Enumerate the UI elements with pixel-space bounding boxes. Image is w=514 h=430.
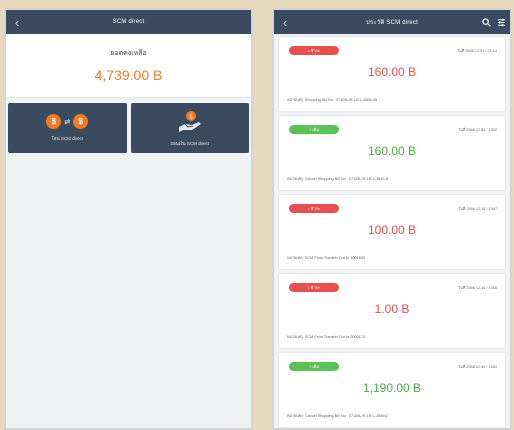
balance-label: ยอดคงเหลือ (110, 50, 147, 57)
transaction-amount: 1.00 B (374, 302, 410, 316)
transaction-card[interactable]: • ชำระ วันที่ 2566 12:51 / 21:14 160.00 … (278, 36, 506, 112)
transaction-type-badge: + เติม (289, 125, 339, 134)
page-title: SCM direct (112, 19, 145, 25)
top-navbar: ‹ SCM direct (6, 10, 251, 34)
transaction-type-badge: • ชำระ (289, 283, 339, 292)
balance-card: ยอดคงเหลือ 4,739.00 B (6, 34, 251, 98)
transaction-amount: 160.00 B (367, 144, 417, 158)
transaction-type-badge: + เติม (289, 362, 339, 371)
transaction-amount: 100.00 B (367, 223, 417, 237)
top-navbar: ‹ ประวัติ SCM direct (274, 10, 510, 34)
history-screen: ‹ ประวัติ SCM direct • ชำระ วันที่ 2566 … (272, 8, 512, 430)
transaction-list: • ชำระ วันที่ 2566 12:51 / 21:14 160.00 … (274, 34, 510, 428)
action-row: $ ⇄ $ โอน SCM direct $ ถอนเงิน SCM direc… (6, 98, 251, 153)
transaction-card[interactable]: • ชำระ วันที่ 2566 12:16 / 1347 100.00 B… (278, 194, 506, 270)
transaction-date: วันที่ 2566 12:16 / 1347 (458, 207, 497, 211)
transaction-amount: 1,190.00 B (362, 381, 422, 395)
transaction-type-badge: • ชำระ (289, 204, 339, 213)
search-icon[interactable] (482, 17, 491, 27)
transaction-type-badge: • ชำระ (289, 46, 339, 55)
transfer-button-label: โอน SCM direct (51, 136, 84, 141)
transaction-date: วันที่ 2566 12:49 / 1553 (458, 365, 497, 369)
navbar-actions (482, 10, 506, 34)
transaction-date: วันที่ 2566 12:16 / 1316 (458, 286, 497, 290)
transfer-button[interactable]: $ ⇄ $ โอน SCM direct (8, 103, 127, 153)
transaction-card[interactable]: • ชำระ วันที่ 2566 12:16 / 1316 1.00 B ห… (278, 273, 506, 349)
back-arrow-icon[interactable]: ‹ (10, 10, 24, 34)
transaction-amount: 160.00 B (367, 65, 417, 79)
transaction-date: วันที่ 2566 12:51 / 1302 (458, 128, 497, 132)
transaction-note: หมายเหตุ: Cancel Shopping Bill No : 0710… (287, 414, 388, 418)
back-arrow-icon[interactable]: ‹ (278, 10, 292, 34)
transaction-note: หมายเหตุ: Cancel Shopping Bill No : 0710… (287, 177, 389, 181)
hand-money-icon: $ (178, 110, 201, 132)
transaction-date: วันที่ 2566 12:51 / 21:14 (457, 49, 497, 53)
scm-direct-screen: ‹ SCM direct ยอดคงเหลือ 4,739.00 B $ ⇄ $… (4, 8, 253, 430)
transaction-note: หมายเหตุ: SCM Point Transfer Out to 2000… (287, 335, 366, 339)
transaction-card[interactable]: + เติม วันที่ 2566 12:51 / 1302 160.00 B… (278, 115, 506, 191)
withdraw-button[interactable]: $ ถอนเงิน SCM direct (130, 103, 249, 153)
transaction-card[interactable]: + เติม วันที่ 2566 12:49 / 1553 1,190.00… (278, 352, 506, 428)
page-title: ประวัติ SCM direct (365, 20, 419, 26)
withdraw-button-label: ถอนเงิน SCM direct (170, 140, 210, 146)
svg-text:$: $ (189, 113, 193, 120)
transfer-coins-icon: $ ⇄ $ (46, 114, 89, 129)
transaction-note: หมายเหตุ: SCM Point Transfer Out to 1001… (287, 256, 366, 260)
transaction-note: หมายเหตุ: Shopping Bill No : 07105L/R-1R… (287, 98, 378, 102)
filter-icon[interactable] (497, 18, 506, 27)
balance-value: 4,739.00 B (94, 67, 163, 83)
